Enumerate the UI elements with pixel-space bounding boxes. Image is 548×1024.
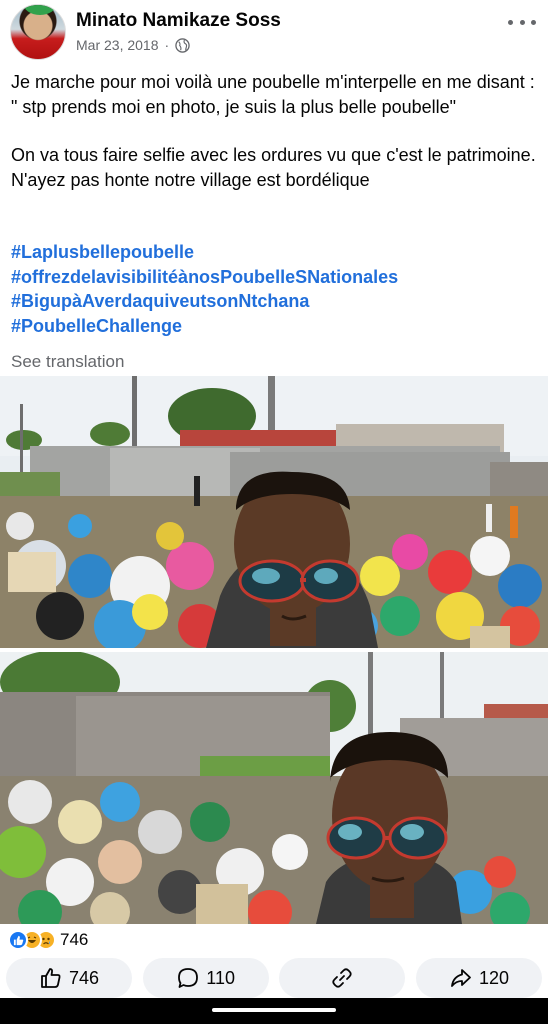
post-meta: Mar 23, 2018 · [76, 37, 190, 53]
comment-count: 110 [206, 967, 235, 988]
link-icon [332, 968, 352, 988]
like-count: 746 [68, 967, 100, 988]
hashtag-link[interactable]: #Laplusbellepoubelle [11, 240, 537, 265]
more-options-icon[interactable] [508, 10, 536, 34]
copy-link-button[interactable] [279, 958, 406, 998]
share-button[interactable]: 120 [415, 958, 542, 998]
post-photo-1[interactable] [0, 376, 548, 648]
share-count: 120 [478, 967, 509, 988]
author-name[interactable]: Minato Namikaze Soss [76, 10, 281, 32]
comment-button[interactable]: 110 [142, 958, 269, 998]
badge-icon [23, 5, 57, 15]
hashtag-list: #Laplusbellepoubelle #offrezdelavisibili… [11, 240, 537, 338]
see-translation-link[interactable]: See translation [11, 352, 124, 372]
post-paragraph-1: Je marche pour moi voilà une poubelle m'… [11, 72, 535, 117]
post-photo-2[interactable] [0, 652, 548, 924]
comment-icon [178, 968, 199, 988]
post-header: Minato Namikaze Soss Mar 23, 2018 · [0, 0, 548, 66]
post-actions: 746 110 120 [0, 958, 548, 998]
like-button[interactable]: 746 [6, 958, 132, 998]
hashtag-link[interactable]: #BigupàAverdaquiveutsonNtchana [11, 289, 537, 314]
thumbs-up-icon [41, 968, 61, 988]
system-navigation-bar [0, 998, 548, 1024]
globe-icon [175, 37, 190, 53]
reaction-summary[interactable]: 746 [8, 928, 88, 952]
photo-2-image [0, 652, 548, 924]
share-icon [451, 969, 471, 987]
post-date[interactable]: Mar 23, 2018 [76, 37, 159, 53]
reaction-count: 746 [60, 930, 89, 949]
home-indicator[interactable] [212, 1008, 336, 1012]
hashtag-link[interactable]: #offrezdelavisibilitéànosPoubelleSNation… [11, 265, 537, 290]
like-icon [8, 930, 28, 950]
post-paragraph-2: On va tous faire selfie avec les ordures… [11, 145, 536, 190]
post-body: Je marche pour moi voilà une poubelle m'… [11, 70, 537, 192]
avatar[interactable] [10, 4, 66, 60]
hashtag-link[interactable]: #PoubelleChallenge [11, 314, 537, 339]
meta-separator: · [164, 37, 170, 53]
photo-1-image [0, 376, 548, 648]
